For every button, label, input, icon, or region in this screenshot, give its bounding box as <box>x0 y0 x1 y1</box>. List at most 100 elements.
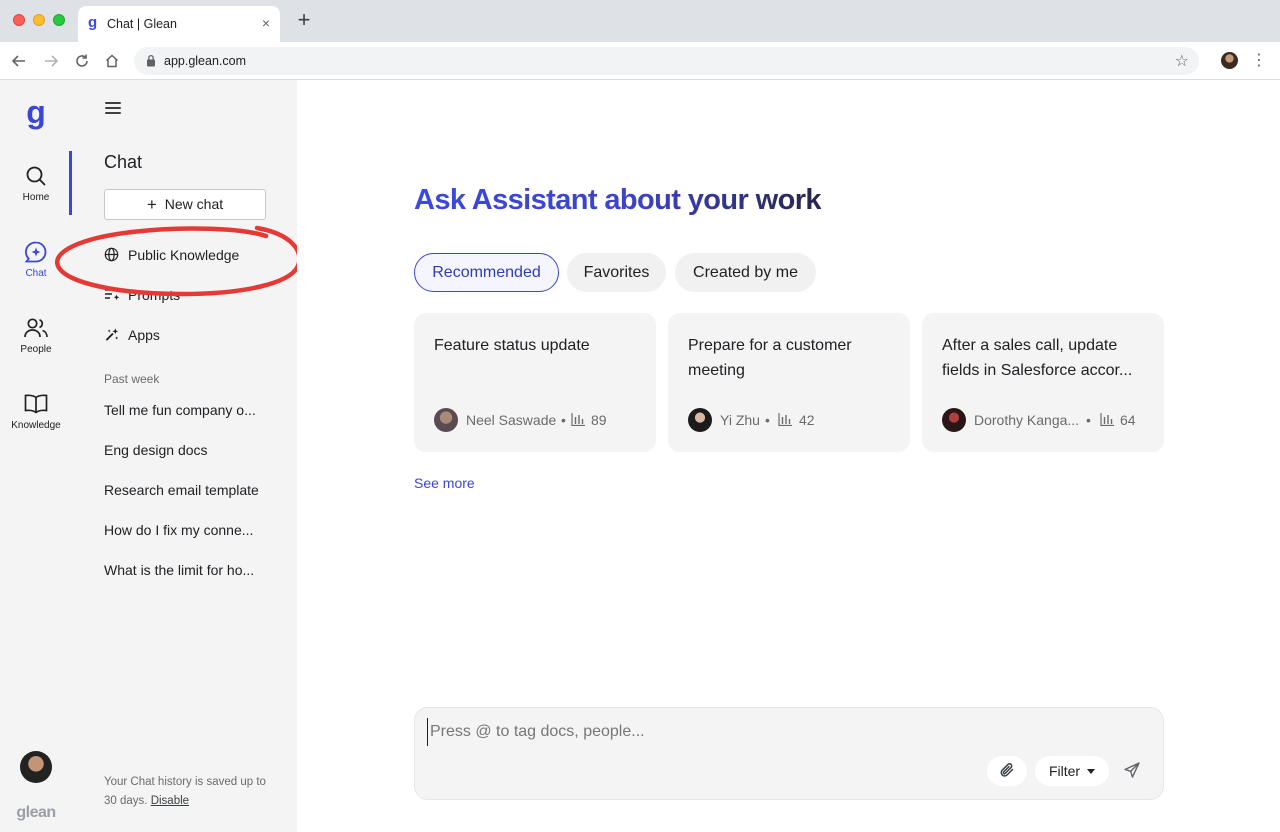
sidebar-item-label: Prompts <box>128 287 181 303</box>
page-title: Ask Assistant about your work <box>414 184 822 216</box>
apps-icon <box>105 328 119 341</box>
maximize-window-button[interactable] <box>53 14 65 26</box>
home-button[interactable] <box>101 50 123 72</box>
author-name: Neel Saswade <box>466 412 557 428</box>
glean-wordmark: glean <box>16 804 56 821</box>
browser-tab-bar: g Chat | Glean × + <box>0 0 1280 42</box>
prompt-card-meta: Neel Saswade • 89 <box>434 408 649 432</box>
rail-item-home[interactable]: Home <box>0 164 72 224</box>
chat-composer: Filter <box>414 707 1164 800</box>
arrow-left-icon <box>11 55 25 67</box>
browser-tab[interactable]: g Chat | Glean × <box>78 6 280 42</box>
rail-label: Home <box>22 192 50 203</box>
prompts-icon <box>105 289 120 301</box>
sidebar-item-label: Public Knowledge <box>128 247 240 263</box>
rail-item-chat[interactable]: Chat <box>0 240 72 300</box>
usage-count: 89 <box>591 412 607 428</box>
new-chat-button[interactable]: + New chat <box>104 189 266 220</box>
meta-separator: • <box>561 412 566 428</box>
url-text: app.glean.com <box>164 54 247 68</box>
history-section-label: Past week <box>104 372 160 386</box>
new-tab-button[interactable]: + <box>293 9 315 32</box>
sidebar-item-public-knowledge[interactable]: Public Knowledge <box>104 243 284 267</box>
rail-label: Knowledge <box>11 420 61 431</box>
usage-bars-icon <box>1100 413 1114 426</box>
plus-icon: + <box>146 194 157 214</box>
globe-icon <box>104 247 119 262</box>
filter-label: Filter <box>1048 763 1081 779</box>
lock-icon <box>147 54 155 67</box>
meta-separator: • <box>1086 412 1091 428</box>
sidebar-item-label: Apps <box>128 327 160 343</box>
disable-history-link[interactable]: Disable <box>151 795 189 807</box>
tab-close-icon[interactable]: × <box>262 15 270 31</box>
prompt-card[interactable]: Feature status update Neel Saswade • 89 <box>414 313 656 452</box>
browser-toolbar: app.glean.com ☆ ⋮ <box>0 42 1280 80</box>
reload-icon <box>76 54 88 67</box>
usage-count: 64 <box>1120 412 1136 428</box>
prompt-card[interactable]: After a sales call, update fields in Sal… <box>922 313 1164 452</box>
tab-created-by-me[interactable]: Created by me <box>675 253 816 292</box>
minimize-window-button[interactable] <box>33 14 45 26</box>
reload-button[interactable] <box>71 50 93 72</box>
arrow-right-icon <box>45 55 59 67</box>
forward-button[interactable] <box>40 50 62 72</box>
history-retention-notice: Your Chat history is saved up to 30 days… <box>104 773 274 811</box>
author-name: Dorothy Kanga... <box>974 412 1080 428</box>
tab-title: Chat | Glean <box>107 17 177 31</box>
user-avatar[interactable] <box>20 751 52 783</box>
chat-sparkle-icon <box>24 241 47 263</box>
browser-profile-avatar[interactable] <box>1221 52 1238 69</box>
chat-input[interactable] <box>427 718 1127 746</box>
history-item[interactable]: Eng design docs <box>104 442 274 458</box>
see-more-link[interactable]: See more <box>414 475 475 491</box>
prompt-card-title: After a sales call, update fields in Sal… <box>942 337 1133 379</box>
prompt-card-title: Feature status update <box>434 337 590 354</box>
history-item[interactable]: How do I fix my conne... <box>104 522 274 538</box>
bookmark-star-icon[interactable]: ☆ <box>1175 51 1189 71</box>
tab-recommended[interactable]: Recommended <box>414 253 559 292</box>
house-icon <box>105 54 119 68</box>
prompt-card[interactable]: Prepare for a customer meeting Yi Zhu • … <box>668 313 910 452</box>
usage-bars-icon <box>778 413 792 426</box>
back-button[interactable] <box>8 50 30 72</box>
send-button[interactable] <box>1121 760 1143 782</box>
history-item[interactable]: What is the limit for ho... <box>104 562 274 578</box>
filter-button[interactable]: Filter <box>1035 756 1109 786</box>
usage-count: 42 <box>799 412 815 428</box>
sidebar-item-prompts[interactable]: Prompts <box>104 283 284 307</box>
app-nav-rail: g Home Chat People Knowledge glean <box>0 80 72 832</box>
browser-menu-icon[interactable]: ⋮ <box>1251 51 1267 71</box>
prompt-card-title: Prepare for a customer meeting <box>688 337 852 379</box>
attach-button[interactable] <box>987 756 1027 786</box>
tab-favorites[interactable]: Favorites <box>567 253 666 292</box>
new-chat-label: New chat <box>164 195 224 212</box>
rail-label: Chat <box>25 268 47 279</box>
people-icon <box>24 318 48 338</box>
prompt-card-meta: Dorothy Kanga... • 64 <box>942 408 1157 432</box>
glean-logo-icon[interactable]: g <box>23 96 49 128</box>
meta-separator: • <box>765 412 770 428</box>
history-item[interactable]: Research email template <box>104 482 274 498</box>
chat-sidebar: Chat + New chat Public Knowledge Prompts … <box>72 80 297 832</box>
hamburger-menu-icon[interactable] <box>105 102 121 116</box>
glean-favicon-icon: g <box>88 14 98 31</box>
author-avatar <box>434 408 458 432</box>
sidebar-item-apps[interactable]: Apps <box>104 323 284 347</box>
close-window-button[interactable] <box>13 14 25 26</box>
author-avatar <box>688 408 712 432</box>
search-icon <box>26 166 46 186</box>
history-item[interactable]: Tell me fun company o... <box>104 402 274 418</box>
book-icon <box>24 394 48 414</box>
author-avatar <box>942 408 966 432</box>
usage-bars-icon <box>571 413 585 426</box>
rail-item-people[interactable]: People <box>0 316 72 376</box>
send-icon <box>1124 761 1140 778</box>
rail-item-knowledge[interactable]: Knowledge <box>0 392 72 452</box>
address-bar[interactable]: app.glean.com ☆ <box>134 47 1199 75</box>
prompt-card-meta: Yi Zhu • 42 <box>688 408 903 432</box>
rail-label: People <box>20 344 52 355</box>
sidebar-title: Chat <box>104 152 143 172</box>
caret-down-icon <box>1087 769 1096 774</box>
paperclip-icon <box>1000 762 1014 777</box>
